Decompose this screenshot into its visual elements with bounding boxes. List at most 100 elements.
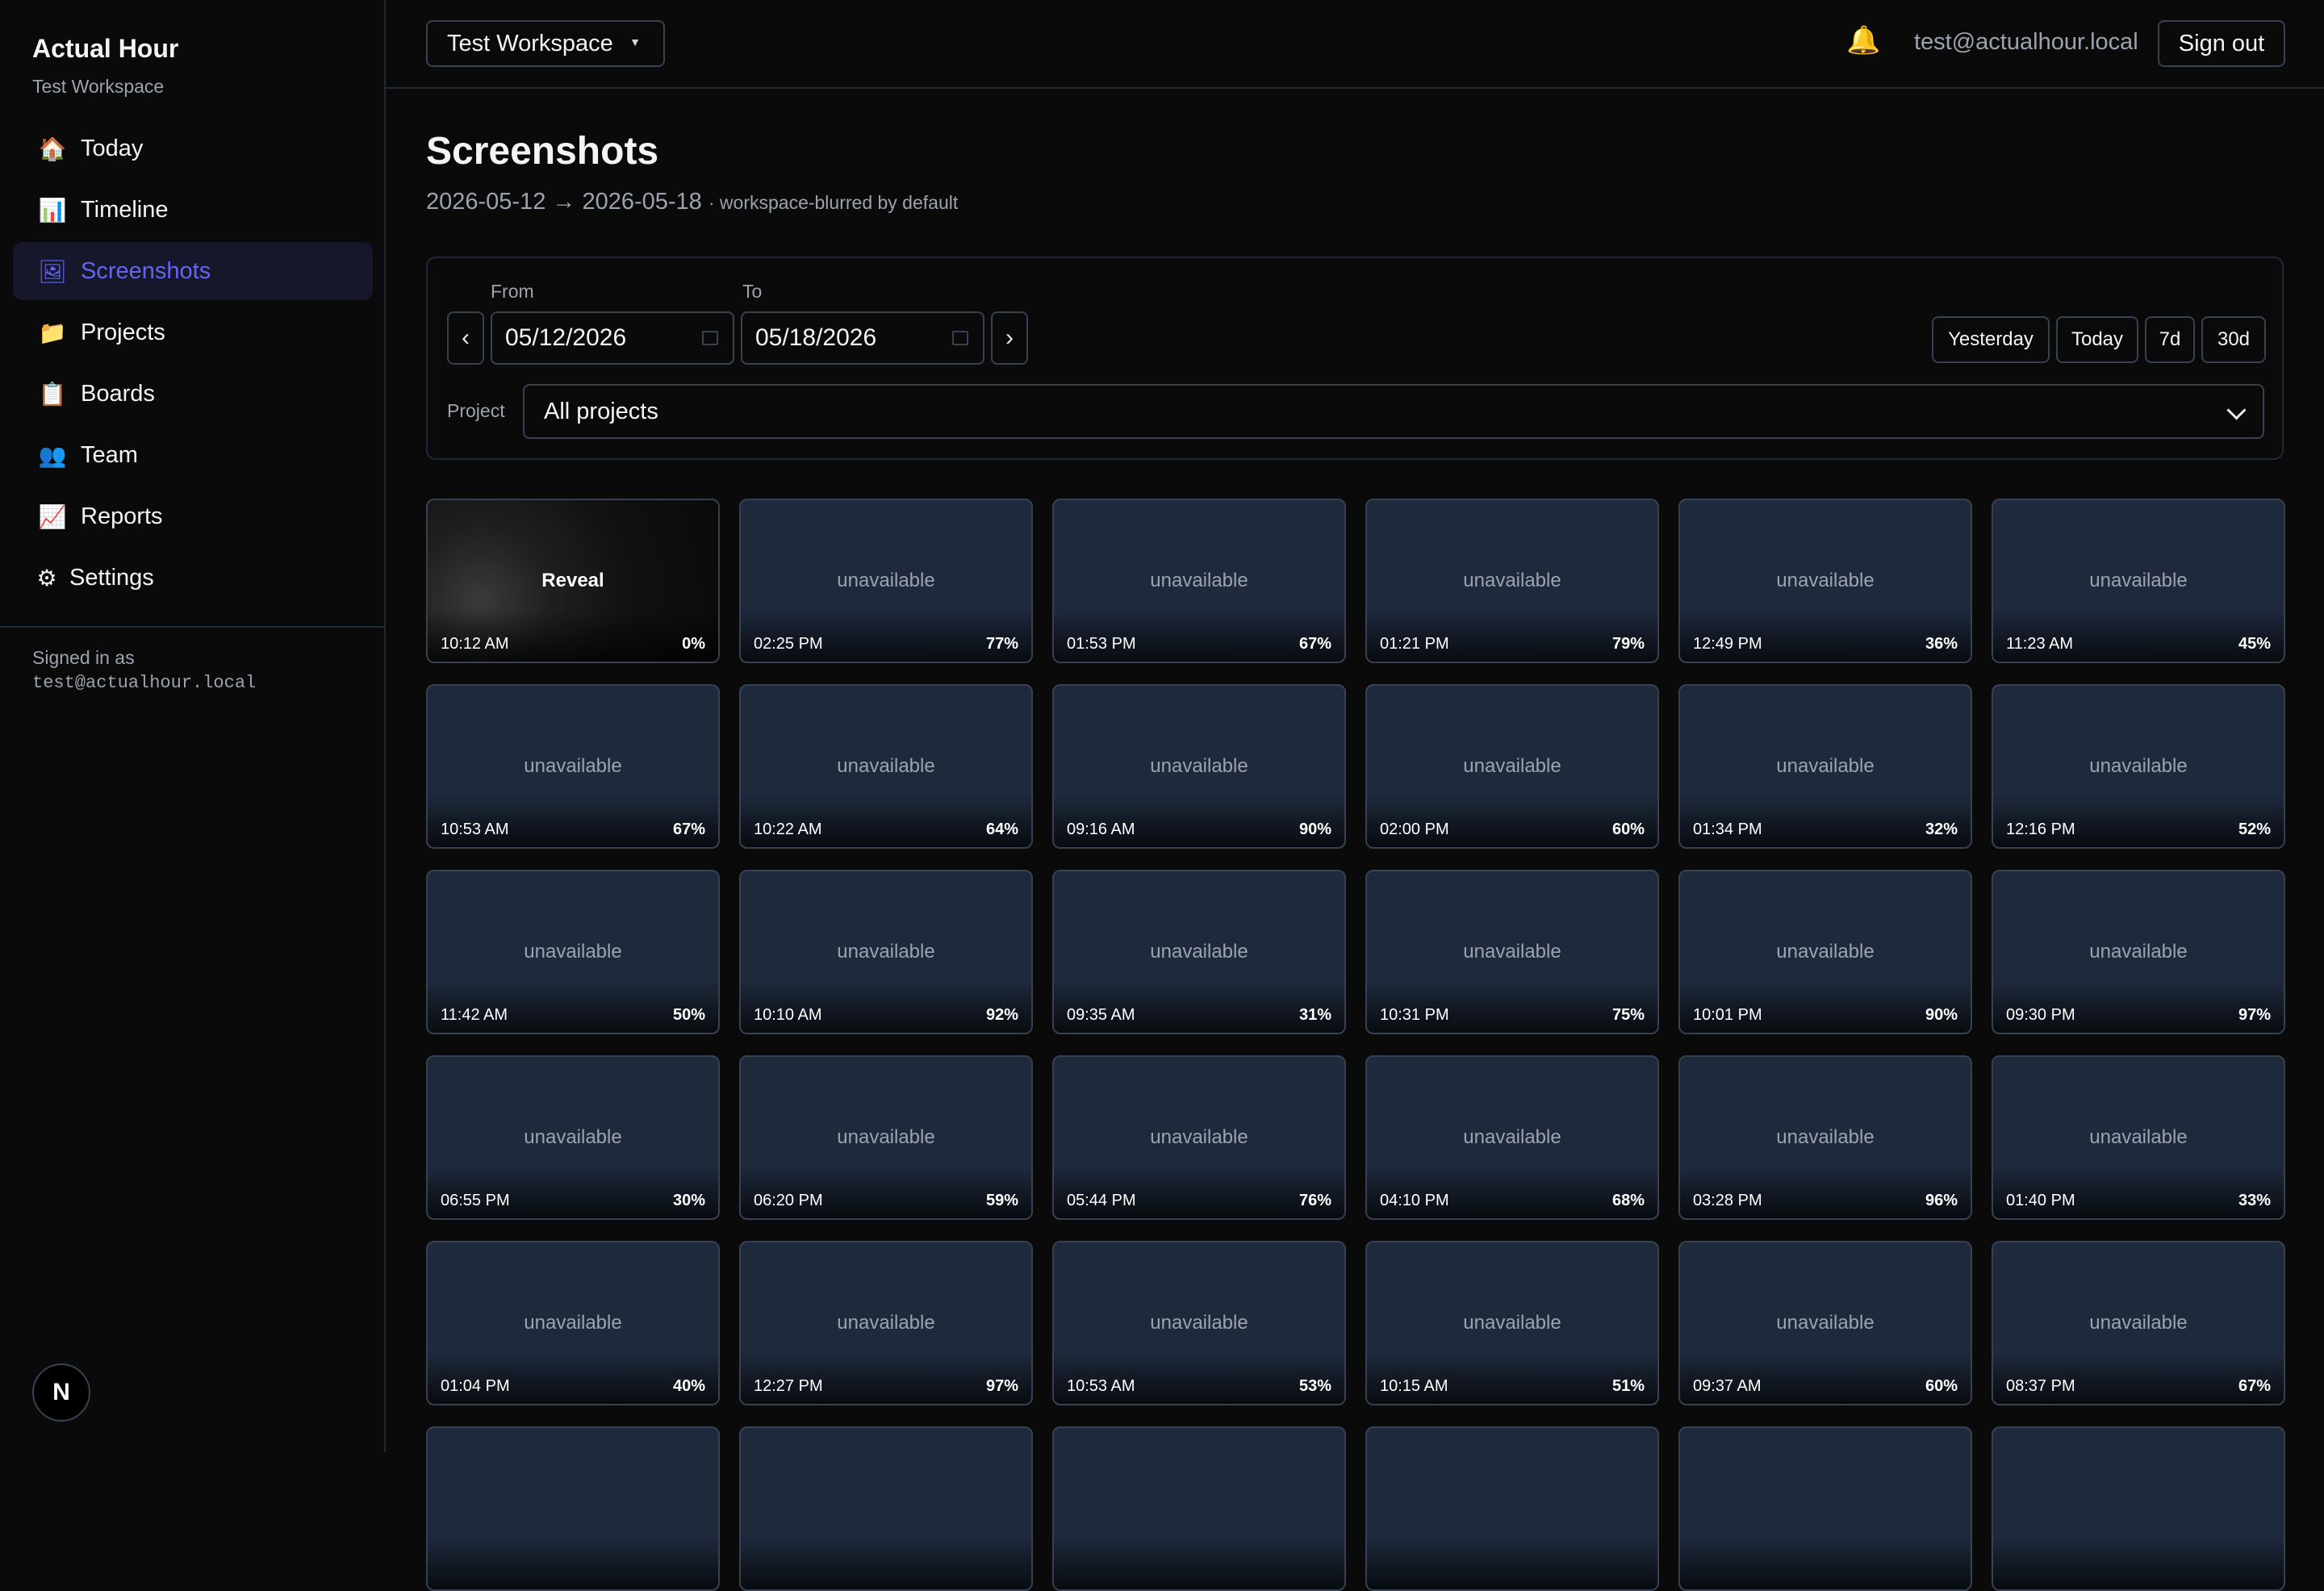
screenshot-tile[interactable]: unavailable 09:37 AM 60%: [1678, 1241, 1972, 1405]
to-date-value: 05/18/2026: [755, 324, 877, 351]
unavailable-label: unavailable: [837, 570, 935, 591]
screenshot-tile[interactable]: [1365, 1426, 1659, 1591]
sidebar-item-today[interactable]: 🏠 Today: [13, 119, 373, 177]
calendar-icon[interactable]: [952, 331, 968, 345]
screenshot-tile[interactable]: [1992, 1426, 2285, 1591]
screenshot-tile[interactable]: unavailable 01:53 PM 67%: [1052, 499, 1346, 663]
screenshot-tile[interactable]: unavailable 06:55 PM 30%: [426, 1055, 720, 1220]
gear-icon: ⚙: [36, 565, 57, 591]
unavailable-label: unavailable: [1463, 755, 1561, 777]
unavailable-label: unavailable: [1150, 1312, 1248, 1334]
from-label: From: [491, 281, 534, 302]
to-date-input[interactable]: 05/18/2026: [741, 311, 984, 365]
filter-panel: From To ‹ 05/12/2026 05/18/2026 › Yester…: [426, 257, 2284, 460]
sidebar-item-label: Screenshots: [81, 257, 211, 284]
from-date-value: 05/12/2026: [505, 324, 627, 351]
screenshot-tile[interactable]: unavailable 12:27 PM 97%: [739, 1241, 1033, 1405]
tile-footer: 11:23 AM 45%: [1993, 610, 2284, 662]
screenshot-tile[interactable]: unavailable 10:15 AM 51%: [1365, 1241, 1659, 1405]
screenshot-tile[interactable]: unavailable 10:22 AM 64%: [739, 684, 1033, 849]
30d-button[interactable]: 30d: [2201, 316, 2266, 363]
from-date-input[interactable]: 05/12/2026: [491, 311, 734, 365]
sign-out-button[interactable]: Sign out: [2158, 20, 2285, 67]
screenshot-tile[interactable]: unavailable 10:31 PM 75%: [1365, 870, 1659, 1034]
screenshot-tile[interactable]: unavailable 01:04 PM 40%: [426, 1241, 720, 1405]
capture-time: 10:22 AM: [754, 821, 822, 838]
brand-subtitle: Test Workspace: [32, 76, 165, 97]
sidebar-item-boards[interactable]: 📋 Boards: [13, 365, 373, 423]
screenshot-tile[interactable]: unavailable 11:42 AM 50%: [426, 870, 720, 1034]
unavailable-label: unavailable: [1776, 941, 1875, 963]
unavailable-label: unavailable: [2089, 570, 2188, 591]
chevron-down-icon: [2226, 400, 2247, 420]
screenshot-tile[interactable]: unavailable 01:34 PM 32%: [1678, 684, 1972, 849]
unavailable-label: unavailable: [1776, 755, 1875, 777]
activity-percent: 67%: [2238, 1377, 2271, 1395]
screenshot-tile[interactable]: Reveal 10:12 AM 0%: [426, 499, 720, 663]
screenshot-tile[interactable]: unavailable 06:20 PM 59%: [739, 1055, 1033, 1220]
calendar-icon[interactable]: [702, 331, 718, 345]
sidebar-item-timeline[interactable]: 📊 Timeline: [13, 181, 373, 239]
sidebar-item-label: Projects: [81, 319, 165, 345]
screenshot-tile[interactable]: unavailable 01:21 PM 79%: [1365, 499, 1659, 663]
screenshot-tile[interactable]: unavailable 08:37 PM 67%: [1992, 1241, 2285, 1405]
screenshot-tile[interactable]: [426, 1426, 720, 1591]
screenshot-tile[interactable]: unavailable 10:01 PM 90%: [1678, 870, 1972, 1034]
tile-footer: 10:53 AM 53%: [1054, 1352, 1344, 1404]
tile-footer: 11:42 AM 50%: [428, 981, 718, 1033]
screenshot-tile[interactable]: unavailable 01:40 PM 33%: [1992, 1055, 2285, 1220]
screenshot-tile[interactable]: unavailable 02:25 PM 77%: [739, 499, 1033, 663]
sidebar-item-reports[interactable]: 📈 Reports: [13, 487, 373, 545]
screenshot-tile[interactable]: unavailable 12:16 PM 52%: [1992, 684, 2285, 849]
sidebar-nav: 🏠 Today 📊 Timeline 🖼 Screenshots 📁 Proje…: [13, 119, 373, 610]
screenshot-tile[interactable]: unavailable 09:30 PM 97%: [1992, 870, 2285, 1034]
screenshot-tile[interactable]: unavailable 09:16 AM 90%: [1052, 684, 1346, 849]
sidebar-item-team[interactable]: 👥 Team: [13, 426, 373, 484]
yesterday-button[interactable]: Yesterday: [1932, 316, 2050, 363]
screenshot-tile[interactable]: unavailable 11:23 AM 45%: [1992, 499, 2285, 663]
screenshot-tile[interactable]: unavailable 03:28 PM 96%: [1678, 1055, 1972, 1220]
reveal-label[interactable]: Reveal: [428, 570, 718, 592]
activity-percent: 60%: [1925, 1377, 1958, 1395]
screenshot-tile[interactable]: unavailable 10:53 AM 53%: [1052, 1241, 1346, 1405]
capture-time: 03:28 PM: [1693, 1192, 1762, 1209]
today-button[interactable]: Today: [2056, 316, 2138, 363]
project-select[interactable]: All projects: [523, 384, 2264, 439]
screenshot-tile[interactable]: unavailable 02:00 PM 60%: [1365, 684, 1659, 849]
line-chart-icon: 📈: [38, 503, 67, 529]
screenshot-tile[interactable]: unavailable 09:35 AM 31%: [1052, 870, 1346, 1034]
screenshot-tile[interactable]: unavailable 10:53 AM 67%: [426, 684, 720, 849]
next-range-button[interactable]: ›: [991, 311, 1028, 365]
dev-badge[interactable]: N: [32, 1363, 90, 1422]
prev-range-button[interactable]: ‹: [447, 311, 484, 365]
sidebar-item-screenshots[interactable]: 🖼 Screenshots: [13, 242, 373, 300]
screenshot-tile[interactable]: unavailable 12:49 PM 36%: [1678, 499, 1972, 663]
activity-percent: 77%: [985, 635, 1018, 653]
date-range: 2026-05-12 → 2026-05-18: [426, 189, 702, 215]
screenshot-tile[interactable]: [1678, 1426, 1972, 1591]
tile-footer: 10:22 AM 64%: [741, 796, 1031, 847]
unavailable-label: unavailable: [2089, 941, 2188, 963]
screenshot-tile[interactable]: unavailable 05:44 PM 76%: [1052, 1055, 1346, 1220]
activity-percent: 97%: [985, 1377, 1018, 1395]
sidebar-item-projects[interactable]: 📁 Projects: [13, 303, 373, 361]
tile-footer: 10:15 AM 51%: [1367, 1352, 1657, 1404]
tile-footer: 01:21 PM 79%: [1367, 610, 1657, 662]
activity-percent: 75%: [1611, 1006, 1645, 1024]
date-range-summary: 2026-05-12 → 2026-05-18 · workspace-blur…: [426, 189, 958, 215]
screenshot-tile[interactable]: [739, 1426, 1033, 1591]
capture-time: 09:37 AM: [1693, 1377, 1762, 1395]
7d-button[interactable]: 7d: [2145, 316, 2195, 363]
workspace-name: Test Workspace: [447, 30, 613, 56]
unavailable-label: unavailable: [1150, 570, 1248, 591]
bell-icon[interactable]: 🔔: [1846, 24, 1880, 56]
capture-time: 10:10 AM: [754, 1006, 822, 1024]
capture-time: 10:12 AM: [441, 635, 509, 653]
workspace-select[interactable]: Test Workspace ▼: [426, 20, 665, 67]
activity-percent: 64%: [985, 821, 1018, 838]
screenshot-tile[interactable]: [1052, 1426, 1346, 1591]
screenshot-tile[interactable]: unavailable 04:10 PM 68%: [1365, 1055, 1659, 1220]
picture-icon: 🖼: [38, 258, 67, 284]
sidebar-item-settings[interactable]: ⚙ Settings: [13, 549, 373, 607]
screenshot-tile[interactable]: unavailable 10:10 AM 92%: [739, 870, 1033, 1034]
